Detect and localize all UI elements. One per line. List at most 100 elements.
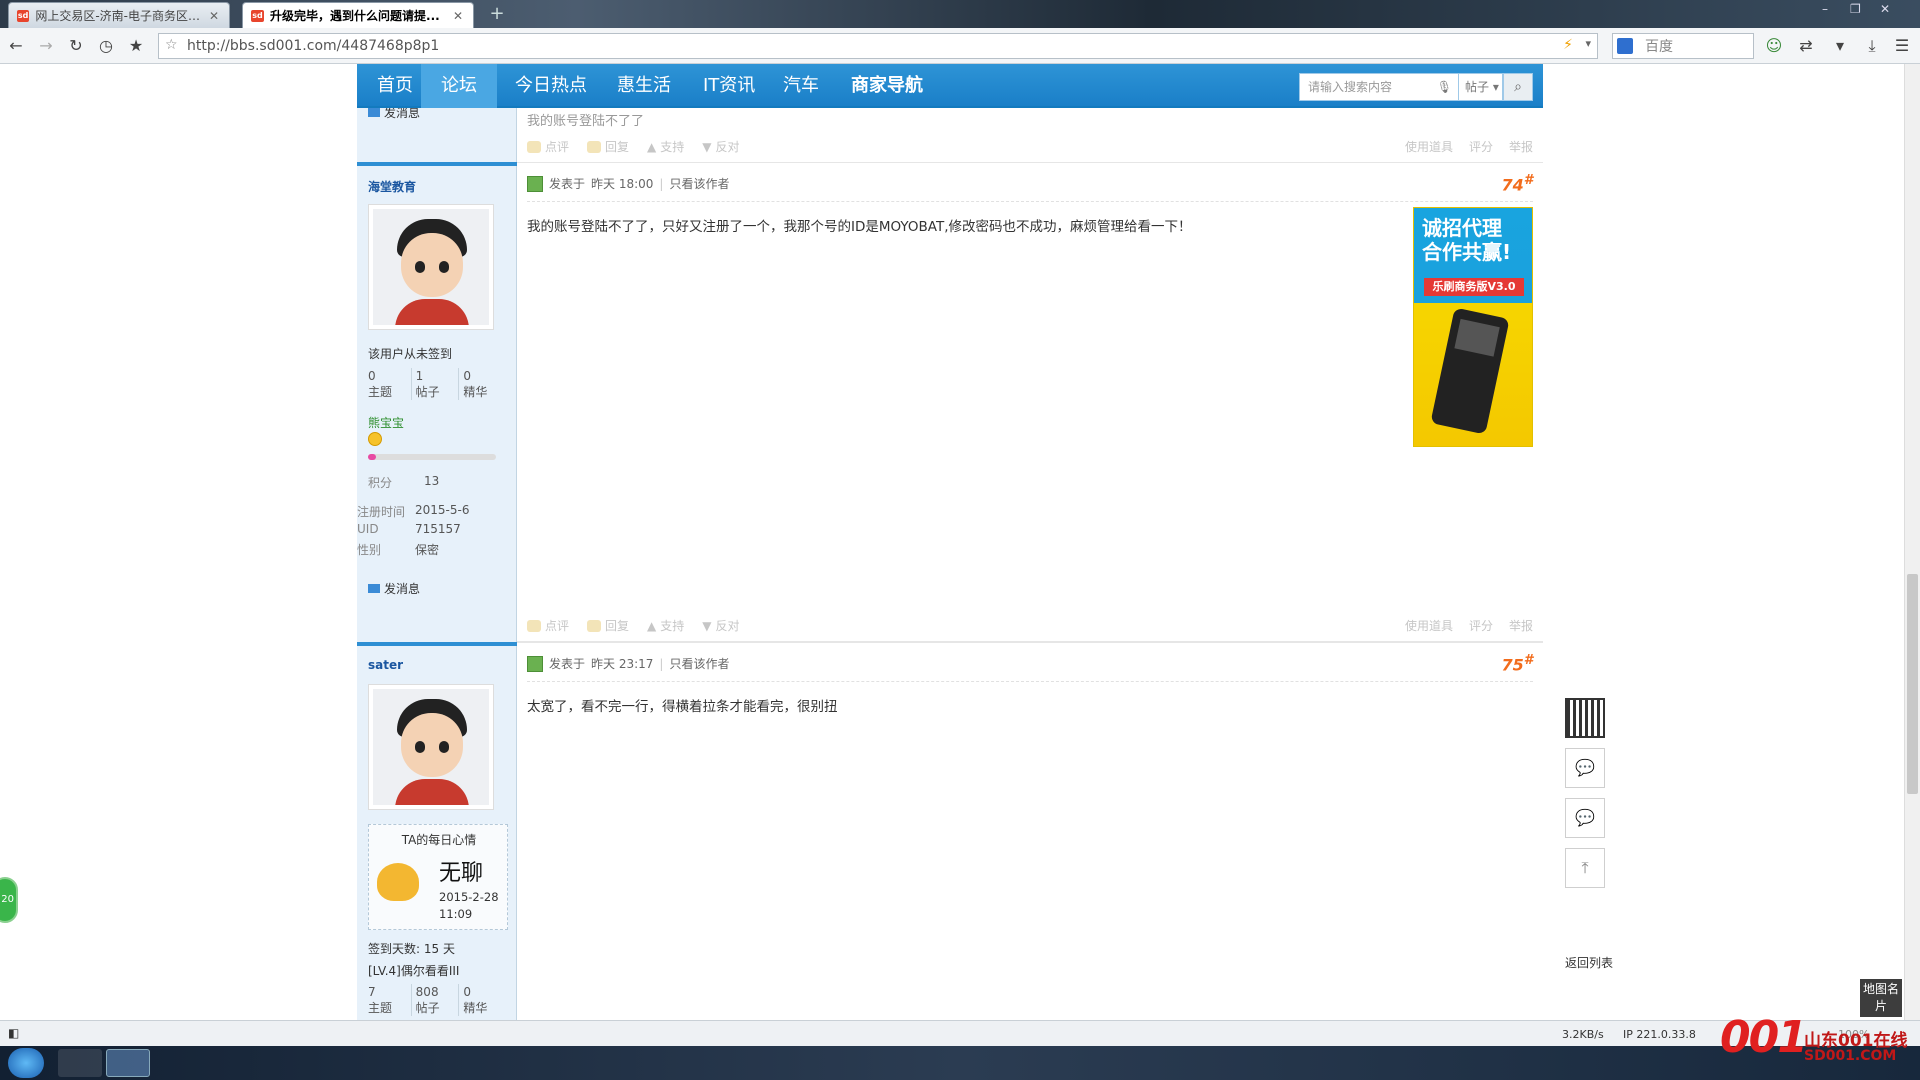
- site-watermark-logo: 001 山东001在线 SD001.COM: [1720, 1012, 1908, 1064]
- uid-value: 715157: [415, 522, 461, 536]
- floating-ball[interactable]: 20: [0, 877, 18, 923]
- stat-threads[interactable]: 7 主题: [368, 984, 411, 1016]
- reply-button[interactable]: 回复: [587, 138, 629, 155]
- browser-status-bar: ◧ 3.2KB/s IP 221.0.33.8 100%: [0, 1020, 1920, 1046]
- nav-forum[interactable]: 论坛: [421, 64, 497, 108]
- stat-digest[interactable]: 0 精华: [458, 984, 506, 1016]
- restore-icon[interactable]: ❐: [1850, 2, 1861, 16]
- support-button[interactable]: ▲ 支持: [647, 617, 684, 634]
- browser-taskbar-icon[interactable]: [106, 1049, 150, 1077]
- close-tab-icon[interactable]: ✕: [453, 9, 463, 23]
- gender-value: 保密: [415, 543, 440, 557]
- browser-tab-bar: sd 网上交易区-济南-电子商务区-山... ✕ sd 升级完毕，遇到什么问题请…: [0, 0, 1920, 28]
- nav-merchants[interactable]: 商家导航: [831, 64, 943, 108]
- previous-post-text: 我的账号登陆不了了: [527, 114, 645, 129]
- tab-title: 升级完毕，遇到什么问题请提...: [270, 9, 440, 23]
- search-icon[interactable]: ⌕: [1503, 73, 1533, 101]
- site-search-input[interactable]: 请输入搜索内容 🎙: [1299, 73, 1459, 101]
- floor-number[interactable]: 75#: [1501, 653, 1533, 674]
- user-stats: 0 主题 1 帖子 0 精华: [368, 368, 506, 400]
- report-button[interactable]: 举报: [1509, 617, 1533, 634]
- microphone-icon[interactable]: 🎙: [1437, 74, 1452, 100]
- stat-threads[interactable]: 0 主题: [368, 368, 411, 400]
- favorites-star-icon[interactable]: ★: [124, 34, 148, 58]
- chevron-down-icon[interactable]: ▾: [1585, 37, 1591, 50]
- search-type-select[interactable]: 帖子 ▾: [1459, 73, 1503, 101]
- history-icon[interactable]: ◷: [94, 34, 118, 58]
- browser-search-box[interactable]: 百度: [1612, 33, 1754, 59]
- back-to-list-link[interactable]: 返回列表: [1565, 954, 1613, 971]
- start-button[interactable]: [8, 1048, 44, 1078]
- ie-taskbar-icon[interactable]: [58, 1049, 102, 1077]
- avatar[interactable]: [368, 684, 494, 810]
- address-bar[interactable]: ☆ http://bbs.sd001.com/4487468p8p1 ⚡ ▾: [158, 33, 1598, 59]
- chat-bubble-icon[interactable]: 💬: [1565, 748, 1605, 788]
- username-link[interactable]: sater: [368, 658, 403, 672]
- mood-datetime: 2015-2-28 11:09: [439, 890, 499, 921]
- panel-divider: [357, 642, 517, 646]
- ad-banner[interactable]: 诚招代理 合作共赢! 乐刷商务版V3.0: [1413, 207, 1533, 447]
- username-link[interactable]: 海堂教育: [368, 178, 416, 195]
- browser-tab-2[interactable]: sd 升级完毕，遇到什么问题请提... ✕: [242, 2, 474, 28]
- nav-it-news[interactable]: IT资讯: [683, 64, 775, 108]
- points-value: 13: [424, 474, 440, 488]
- oppose-button[interactable]: ▼ 反对: [702, 138, 739, 155]
- refresh-icon[interactable]: ↻: [64, 34, 88, 58]
- use-tool-button[interactable]: 使用道具: [1405, 138, 1453, 155]
- stat-posts[interactable]: 1 帖子: [410, 368, 459, 400]
- rate-button[interactable]: 评分: [1469, 138, 1493, 155]
- send-message-link[interactable]: 发消息: [368, 580, 420, 597]
- comment-button[interactable]: 点评: [527, 617, 569, 634]
- use-tool-button[interactable]: 使用道具: [1405, 617, 1453, 634]
- close-window-icon[interactable]: ✕: [1880, 2, 1890, 16]
- search-engine-icon[interactable]: [1617, 38, 1633, 54]
- back-icon[interactable]: ←: [4, 34, 28, 58]
- new-tab-icon[interactable]: +: [486, 4, 508, 24]
- chat-bubble-icon[interactable]: 💬: [1565, 798, 1605, 838]
- panel-divider: [357, 162, 517, 166]
- minimize-icon[interactable]: –: [1822, 2, 1828, 16]
- forum-content: 发消息 海堂教育 该用户从未签到 0 主题 1 帖子 0 精华 熊宝宝 积分 1…: [357, 64, 1543, 1020]
- menu-icon[interactable]: ☰: [1890, 34, 1914, 58]
- envelope-icon: [368, 584, 380, 593]
- avatar[interactable]: [368, 204, 494, 330]
- nav-hot-today[interactable]: 今日热点: [495, 64, 607, 108]
- post-meta: 发表于 昨天 18:00 | 只看该作者: [527, 175, 729, 192]
- vertical-scrollbar[interactable]: [1904, 64, 1920, 1020]
- ip-address: IP 221.0.33.8: [1623, 1028, 1696, 1041]
- sidebar-toggle-icon[interactable]: ◧: [8, 1026, 19, 1040]
- download-icon[interactable]: ⤓: [1860, 34, 1884, 58]
- qr-code-icon[interactable]: [1565, 698, 1605, 738]
- report-button[interactable]: 举报: [1509, 138, 1533, 155]
- browser-toolbar: ← → ↻ ◷ ★ ☆ http://bbs.sd001.com/4487468…: [0, 28, 1920, 64]
- signin-days: 签到天数: 15 天: [368, 942, 455, 956]
- nav-life[interactable]: 惠生活: [597, 64, 691, 108]
- speed-mode-icon[interactable]: ⚡: [1563, 37, 1573, 53]
- mood-sleepy-icon: [377, 863, 419, 901]
- comment-button[interactable]: 点评: [527, 138, 569, 155]
- oppose-button[interactable]: ▼ 反对: [702, 617, 739, 634]
- close-tab-icon[interactable]: ✕: [209, 9, 219, 23]
- scrollbar-thumb[interactable]: [1907, 574, 1918, 794]
- translate-icon[interactable]: ⇄: [1794, 34, 1818, 58]
- author-only-link[interactable]: 只看该作者: [669, 655, 729, 672]
- user-icon[interactable]: ☺: [1762, 34, 1786, 58]
- stat-digest[interactable]: 0 精华: [458, 368, 506, 400]
- nav-auto[interactable]: 汽车: [763, 64, 839, 108]
- reg-time-label: 注册时间: [357, 505, 406, 519]
- ad-headline: 诚招代理 合作共赢!: [1422, 216, 1512, 264]
- extension-icon[interactable]: ▾: [1828, 34, 1852, 58]
- forward-icon[interactable]: →: [34, 34, 58, 58]
- ad-tag: 乐刷商务版V3.0: [1424, 278, 1524, 296]
- user-stats: 7 主题 808 帖子 0 精华: [368, 984, 506, 1016]
- bookmark-star-icon[interactable]: ☆: [165, 37, 178, 53]
- browser-tab-1[interactable]: sd 网上交易区-济南-电子商务区-山... ✕: [8, 2, 230, 28]
- author-only-link[interactable]: 只看该作者: [669, 175, 729, 192]
- support-button[interactable]: ▲ 支持: [647, 138, 684, 155]
- rate-button[interactable]: 评分: [1469, 617, 1493, 634]
- points-progress-bar: [368, 454, 496, 460]
- stat-posts[interactable]: 808 帖子: [410, 984, 459, 1016]
- back-to-top-icon[interactable]: ⤒: [1565, 848, 1605, 888]
- reply-button[interactable]: 回复: [587, 617, 629, 634]
- floor-number[interactable]: 74#: [1501, 173, 1533, 194]
